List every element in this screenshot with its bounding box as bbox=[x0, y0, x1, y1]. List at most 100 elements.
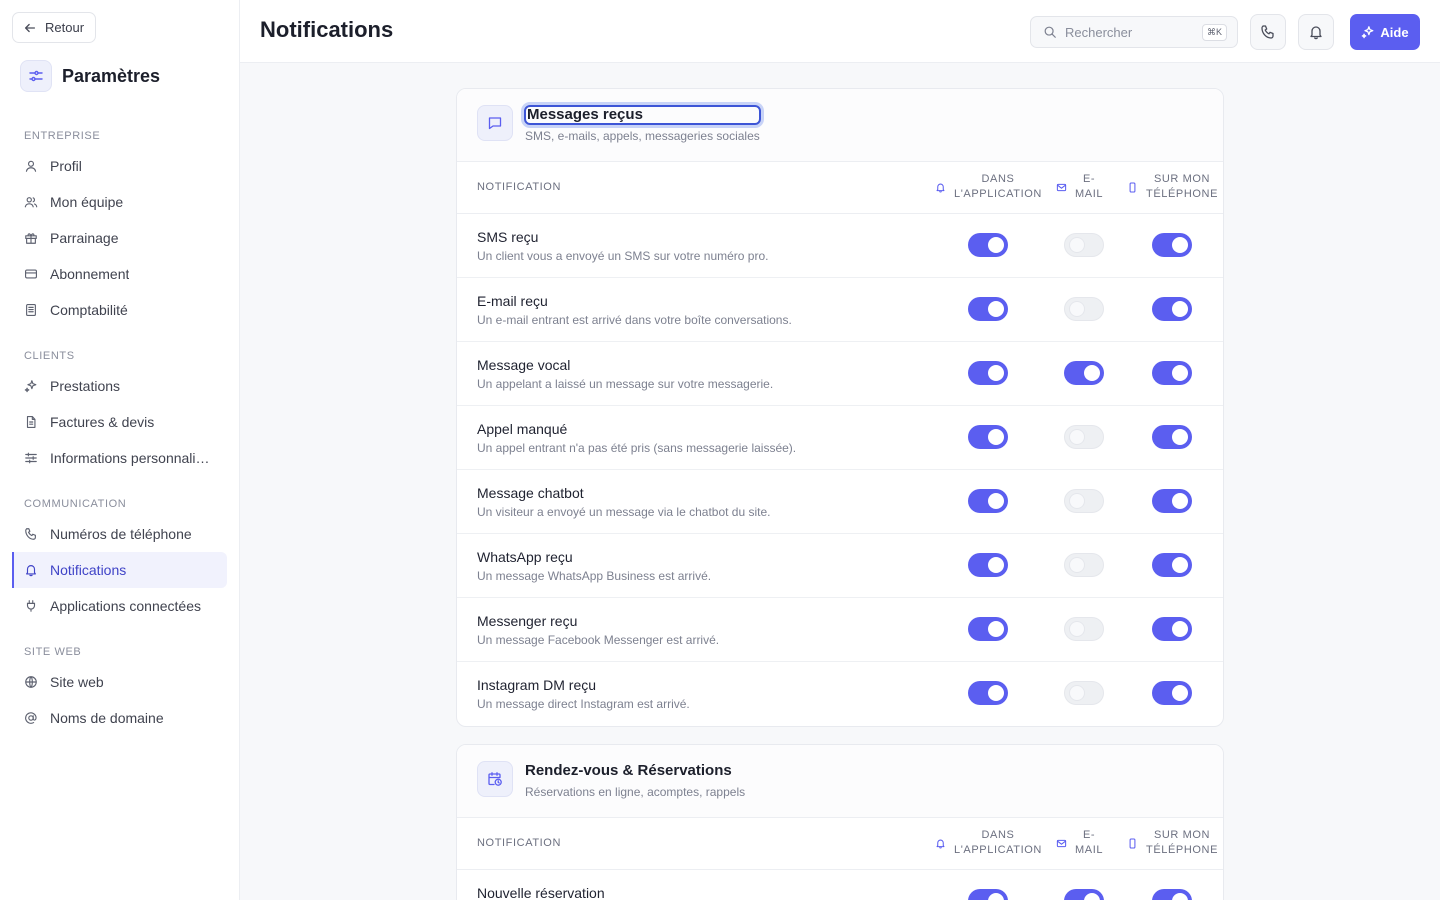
toggle-in-app[interactable] bbox=[968, 233, 1008, 257]
plug-icon bbox=[26, 600, 36, 612]
users-icon bbox=[24, 197, 38, 208]
gift-icon bbox=[25, 233, 37, 244]
globe-icon bbox=[25, 676, 37, 688]
sidebar-item-numeros-telephone[interactable]: Numéros de téléphone bbox=[12, 516, 227, 552]
help-button[interactable]: Aide bbox=[1350, 14, 1420, 50]
toggle-phone[interactable] bbox=[1152, 425, 1192, 449]
toggle-email[interactable] bbox=[1064, 297, 1104, 321]
toggle-phone[interactable] bbox=[1152, 617, 1192, 641]
notification-title: E-mail reçu bbox=[477, 293, 548, 309]
card-messages-recus: Messages reçus SMS, e-mails, appels, mes… bbox=[456, 88, 1224, 727]
toggle-knob bbox=[988, 557, 1004, 573]
toggle-phone[interactable] bbox=[1152, 489, 1192, 513]
sidebar-item-parrainage[interactable]: Parrainage bbox=[12, 220, 227, 256]
sidebar-item-informations-personnalisees[interactable]: Informations personnalisées bbox=[12, 440, 227, 476]
toggle-in-app[interactable] bbox=[968, 889, 1008, 900]
toggle-knob bbox=[1069, 301, 1085, 317]
sparkles-icon bbox=[1362, 26, 1374, 39]
sidebar-item-factures-devis[interactable]: Factures & devis bbox=[12, 404, 227, 440]
nav-section-title: COMMUNICATION bbox=[24, 498, 127, 510]
toggle-knob bbox=[1172, 493, 1188, 509]
toggle-knob bbox=[1069, 237, 1085, 253]
sidebar-item-comptabilite[interactable]: Comptabilité bbox=[12, 292, 227, 328]
search-box[interactable]: ⌘K bbox=[1030, 16, 1238, 48]
sidebar-item-mon-equipe[interactable]: Mon équipe bbox=[12, 184, 227, 220]
toggle-phone[interactable] bbox=[1152, 681, 1192, 705]
toggle-phone[interactable] bbox=[1152, 297, 1192, 321]
toggle-email[interactable] bbox=[1064, 681, 1104, 705]
toggle-email[interactable] bbox=[1064, 553, 1104, 577]
sidebar-item-label: Mon équipe bbox=[50, 194, 124, 210]
column-in-app-line1: DANS bbox=[981, 829, 1015, 841]
notification-rows: SMS reçu Un client vous a envoyé un SMS s… bbox=[457, 214, 1223, 726]
card-subtitle: SMS, e-mails, appels, messageries social… bbox=[525, 129, 760, 143]
notification-title: Appel manqué bbox=[477, 421, 568, 437]
toggle-email[interactable] bbox=[1064, 889, 1104, 900]
toggle-knob bbox=[1172, 893, 1188, 900]
notifications-button[interactable] bbox=[1298, 14, 1334, 50]
sidebar-item-profil[interactable]: Profil bbox=[12, 148, 227, 184]
sidebar-item-notifications[interactable]: Notifications bbox=[12, 552, 227, 588]
toggle-in-app[interactable] bbox=[968, 681, 1008, 705]
smartphone-icon bbox=[1129, 838, 1136, 848]
sidebar: Retour Paramètres ENTREPRISE Profil Mon … bbox=[0, 0, 240, 900]
sidebar-item-label: Noms de domaine bbox=[50, 710, 164, 726]
toggle-knob bbox=[988, 893, 1004, 900]
toggle-phone[interactable] bbox=[1152, 553, 1192, 577]
toggle-in-app[interactable] bbox=[968, 553, 1008, 577]
card-header: Rendez-vous & Réservations Réservations … bbox=[457, 745, 1223, 818]
toggle-email[interactable] bbox=[1064, 489, 1104, 513]
toggle-phone[interactable] bbox=[1152, 889, 1192, 900]
sparkles-icon bbox=[24, 380, 37, 393]
nav-section-title: ENTREPRISE bbox=[24, 130, 101, 142]
column-email: E- MAIL bbox=[1056, 172, 1103, 202]
mail-icon bbox=[1056, 183, 1067, 191]
toggle-email[interactable] bbox=[1064, 425, 1104, 449]
column-in-app-line2: L'APPLICATION bbox=[954, 844, 1042, 856]
phone-button[interactable] bbox=[1250, 14, 1286, 50]
column-email-line2: MAIL bbox=[1075, 844, 1104, 856]
back-label: Retour bbox=[45, 20, 85, 35]
sidebar-item-site-web[interactable]: Site web bbox=[12, 664, 227, 700]
card-title[interactable]: Messages reçus bbox=[524, 105, 761, 125]
search-input[interactable] bbox=[1065, 24, 1194, 40]
toggle-in-app[interactable] bbox=[968, 361, 1008, 385]
sidebar-item-label: Numéros de téléphone bbox=[50, 526, 192, 542]
sidebar-item-applications-connectees[interactable]: Applications connectées bbox=[12, 588, 227, 624]
toggle-phone[interactable] bbox=[1152, 361, 1192, 385]
sidebar-item-noms-domaine[interactable]: Noms de domaine bbox=[12, 700, 227, 736]
phone-icon bbox=[1261, 25, 1274, 39]
back-button[interactable]: Retour bbox=[12, 12, 97, 43]
notification-row: Messenger reçu Un message Facebook Messen… bbox=[457, 598, 1223, 662]
notification-title: Nouvelle réservation bbox=[477, 885, 605, 900]
settings-title: Paramètres bbox=[62, 65, 161, 86]
sidebar-item-prestations[interactable]: Prestations bbox=[12, 368, 227, 404]
toggle-phone[interactable] bbox=[1152, 233, 1192, 257]
notification-title: Message vocal bbox=[477, 357, 571, 373]
nav-section-clients: CLIENTS Prestations Factures & devis Inf… bbox=[12, 342, 227, 476]
toggle-in-app[interactable] bbox=[968, 425, 1008, 449]
notification-row: Appel manqué Un appel entrant n'a pas été… bbox=[457, 406, 1223, 470]
toggle-email[interactable] bbox=[1064, 361, 1104, 385]
toggle-in-app[interactable] bbox=[968, 617, 1008, 641]
sidebar-item-label: Comptabilité bbox=[50, 302, 128, 318]
nav-section-title: CLIENTS bbox=[24, 350, 75, 362]
document-icon bbox=[26, 416, 36, 428]
notification-description: Un appel entrant n'a pas été pris (sans … bbox=[477, 441, 797, 455]
phone-icon bbox=[25, 528, 36, 540]
notification-title: Instagram DM reçu bbox=[477, 677, 597, 693]
sidebar-item-label: Abonnement bbox=[50, 266, 130, 282]
smartphone-icon bbox=[1129, 182, 1136, 192]
toggle-knob bbox=[988, 301, 1004, 317]
toggle-email[interactable] bbox=[1064, 233, 1104, 257]
sidebar-item-abonnement[interactable]: Abonnement bbox=[12, 256, 227, 292]
toggle-email[interactable] bbox=[1064, 617, 1104, 641]
bell-icon bbox=[26, 565, 36, 577]
notification-row: E-mail reçu Un e-mail entrant est arrivé … bbox=[457, 278, 1223, 342]
toggle-in-app[interactable] bbox=[968, 297, 1008, 321]
toggle-in-app[interactable] bbox=[968, 489, 1008, 513]
sidebar-item-label: Profil bbox=[50, 158, 82, 174]
toggle-knob bbox=[1069, 557, 1085, 573]
sidebar-item-label: Notifications bbox=[50, 562, 127, 578]
at-sign-icon bbox=[25, 712, 37, 724]
